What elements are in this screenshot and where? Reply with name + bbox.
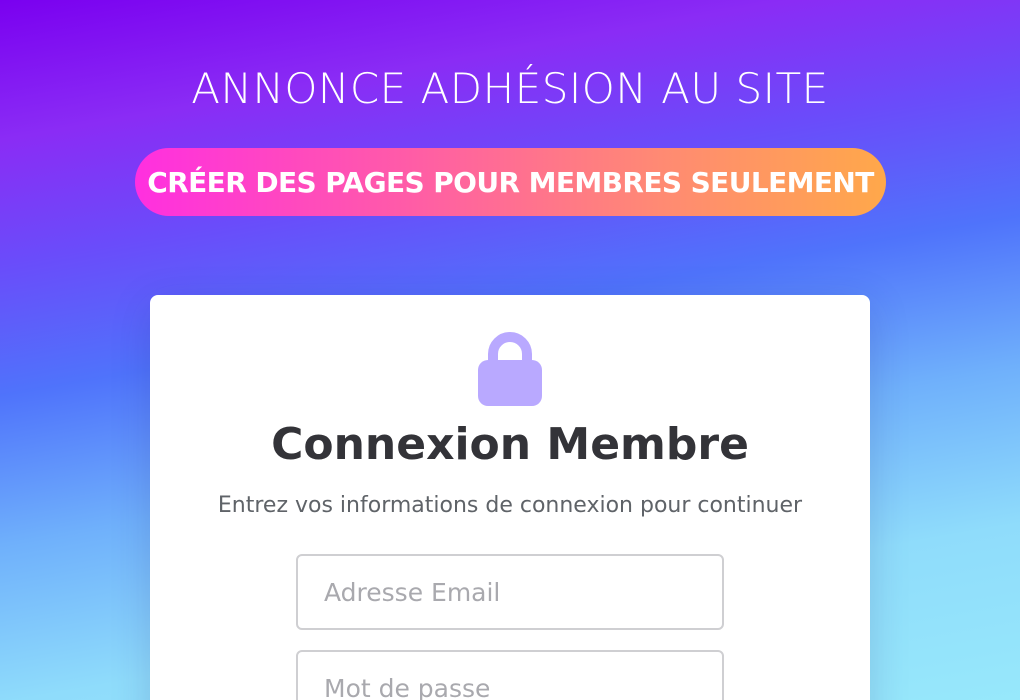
login-subtitle: Entrez vos informations de connexion pou… <box>217 493 803 518</box>
password-field[interactable] <box>296 650 724 700</box>
email-field[interactable] <box>296 554 724 630</box>
announcement-headline: ANNONCE ADHÉSION AU SITE <box>191 64 829 113</box>
create-member-pages-button[interactable]: CRÉER DES PAGES POUR MEMBRES SEULEMENT <box>135 148 886 216</box>
login-title: Connexion Membre <box>271 419 749 470</box>
lock-icon <box>478 332 542 406</box>
login-card: Connexion Membre Entrez vos informations… <box>150 295 870 700</box>
